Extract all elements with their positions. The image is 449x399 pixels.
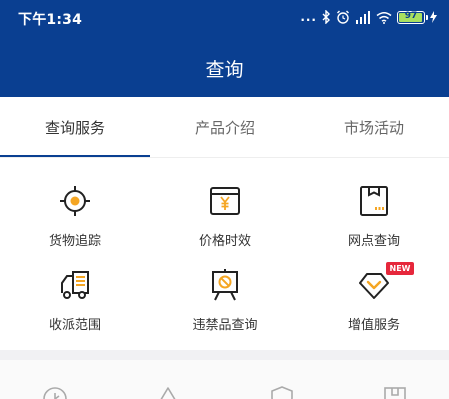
service-label: 违禁品查询	[192, 318, 258, 333]
service-outlet-query[interactable]: 网点查询	[299, 184, 449, 254]
service-label: 价格时效	[198, 234, 251, 249]
prohibited-item-icon	[212, 269, 238, 301]
tab-market-activity[interactable]: 市场活动	[299, 117, 449, 138]
service-label: 货物追踪	[48, 234, 101, 249]
outlet-box-icon	[360, 186, 388, 216]
more-dots: ...	[300, 10, 317, 24]
service-label: 收派范围	[48, 318, 101, 333]
alarm-icon	[337, 10, 349, 24]
wifi-icon	[376, 11, 392, 24]
status-bar: 下午1:34 ... 97	[0, 0, 449, 34]
warning-icon	[160, 387, 176, 399]
service-value-added[interactable]: 增值服务	[299, 268, 449, 338]
clock-icon	[43, 387, 67, 399]
next-section	[0, 360, 449, 399]
service-label: 网点查询	[347, 234, 400, 249]
service-cargo-tracking[interactable]: 货物追踪	[0, 184, 150, 254]
tab-query-service[interactable]: 查询服务	[0, 117, 150, 138]
tabs-divider	[0, 157, 449, 158]
page-title: 查询	[205, 59, 244, 81]
tab-bar: 查询服务 产品介绍 市场活动	[0, 97, 449, 157]
tab-product-intro[interactable]: 产品介绍	[150, 117, 300, 138]
shield-icon	[271, 386, 293, 399]
section-separator	[0, 350, 449, 360]
battery-level: 97	[404, 10, 418, 21]
service-label: 增值服务	[347, 318, 400, 333]
new-badge: NEW	[386, 262, 414, 275]
status-time: 下午1:34	[18, 12, 83, 28]
service-delivery-range[interactable]: 收派范围	[0, 268, 150, 338]
box-icon	[384, 387, 406, 399]
bluetooth-icon	[322, 10, 330, 24]
crosshair-target-icon	[60, 186, 90, 216]
service-prohibited-items[interactable]: 违禁品查询	[150, 268, 300, 338]
battery-icon: 97	[397, 10, 428, 24]
signal-icon	[356, 11, 370, 24]
delivery-truck-icon	[61, 271, 89, 299]
charging-icon	[430, 11, 437, 23]
price-yen-icon	[210, 187, 240, 215]
service-price-time[interactable]: 价格时效	[150, 184, 300, 254]
status-icons: ... 97	[300, 8, 437, 26]
